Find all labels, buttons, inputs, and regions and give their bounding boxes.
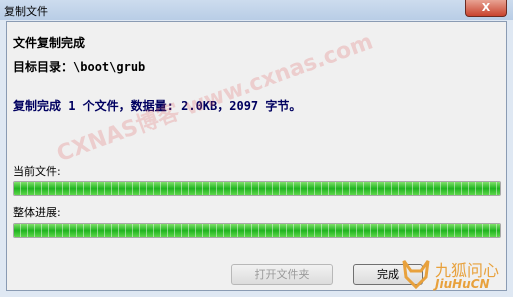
dialog-client: 文件复制完成 目标目录：\boot\grub 复制完成 1 个文件，数据量: 2… (6, 21, 507, 291)
completion-heading: 文件复制完成 (13, 36, 86, 50)
target-path: \boot\grub (73, 60, 146, 74)
overall-progress-label: 整体进展: (13, 206, 61, 219)
blog-watermark: CXNAS博客 www.cxnas.com (53, 29, 377, 168)
overall-progress-fill (14, 224, 500, 237)
close-button[interactable]: X (465, 0, 507, 17)
current-file-progress-fill (14, 182, 500, 195)
current-file-label: 当前文件: (13, 165, 61, 178)
copy-summary: 复制完成 1 个文件，数据量: 2.0KB，2097 字节。 (13, 99, 302, 113)
brand-en-text: JiuHuCN (435, 277, 490, 291)
current-file-progress-bar (13, 181, 501, 196)
open-folder-button[interactable]: 打开文件夹 (231, 264, 333, 285)
brand-watermark: 九狐问心 JiuHuCN (401, 255, 501, 295)
window-title: 复制文件 (4, 5, 48, 18)
target-label: 目标目录： (13, 60, 74, 74)
target-directory: 目标目录：\boot\grub (13, 58, 145, 75)
title-bar: 复制文件 X (0, 0, 513, 20)
overall-progress-bar (13, 223, 501, 238)
fox-logo-icon (402, 260, 430, 290)
